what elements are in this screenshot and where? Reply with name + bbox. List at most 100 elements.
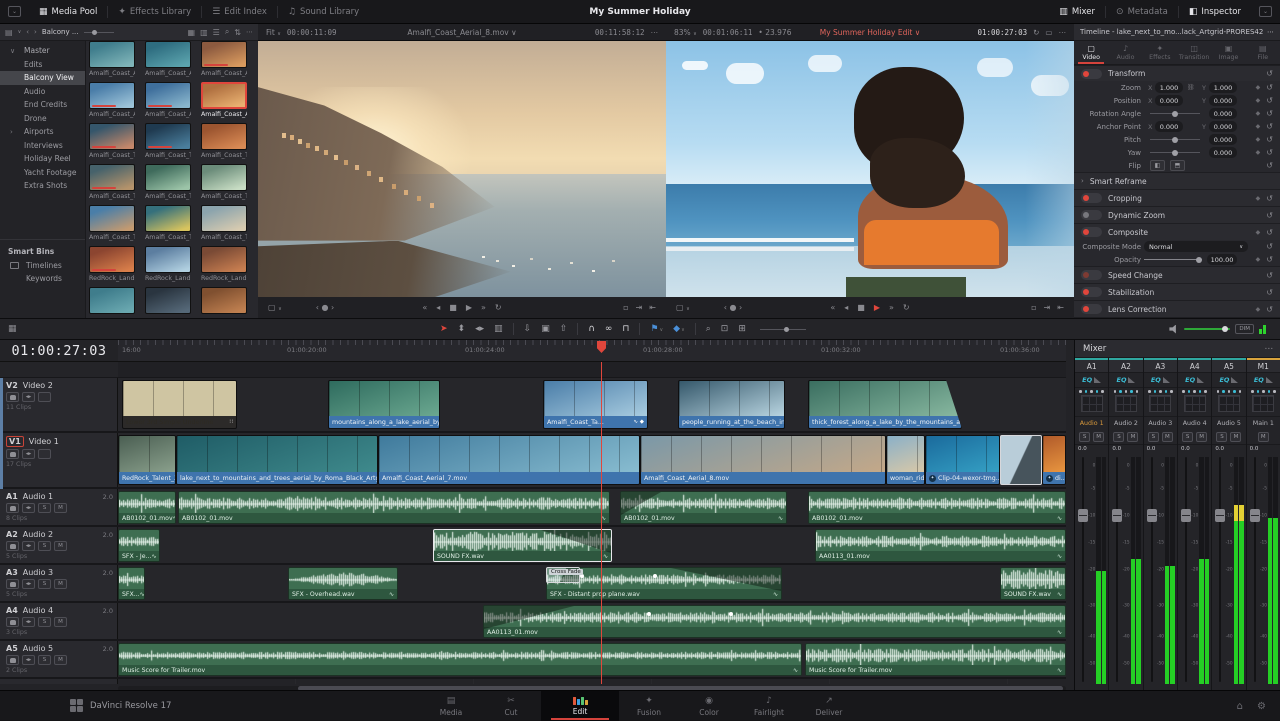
media-clip-thumbnail[interactable]: Amalfi_Coast_T... xyxy=(201,205,247,241)
inspector-tab-video[interactable]: ▢ Video xyxy=(1074,41,1108,64)
metadata-button[interactable]: ⊙ Metadata xyxy=(1106,0,1178,23)
pan-control[interactable] xyxy=(1177,388,1212,417)
inspector-section-transform[interactable]: Transform ↺ xyxy=(1074,65,1280,81)
inspector-tab-image[interactable]: ▣ Image xyxy=(1211,41,1245,64)
fader-track[interactable] xyxy=(1082,457,1084,682)
solo-button[interactable]: S xyxy=(1079,431,1091,442)
track-header-v2[interactable]: V2 Video 2 ◂▸ 11 Clips xyxy=(0,378,118,433)
bin-item-end-credits[interactable]: End Credits xyxy=(0,98,85,112)
value-field[interactable]: 0.000 xyxy=(1209,95,1237,106)
timeline-zoom-select[interactable]: 83% ∨ xyxy=(674,28,697,37)
inspector-tab-file[interactable]: ▤ File xyxy=(1246,41,1280,64)
keyframe-icon[interactable]: ◆ xyxy=(1256,195,1261,202)
page-tab-cut[interactable]: ✂ Cut xyxy=(481,691,541,721)
link-toggle[interactable]: ∞ xyxy=(605,324,613,334)
sort-icon[interactable]: ⇅ xyxy=(234,28,241,37)
media-clip-thumbnail[interactable]: Amalfi_Coast_A... xyxy=(145,82,191,118)
track-header-a4[interactable]: A4 Audio 4 2.0 ◂▸ S M 3 Clips xyxy=(0,603,118,641)
fader-track[interactable] xyxy=(1184,457,1187,682)
media-clip-thumbnail[interactable] xyxy=(89,287,135,316)
auto-select-icon[interactable]: ◂▸ xyxy=(22,541,35,551)
timeline-video-clip[interactable]: Amalfi_Coast_Aerial_8.mov xyxy=(640,435,886,485)
automation-keyframe-dot[interactable] xyxy=(647,611,652,616)
eq-control[interactable]: EQ xyxy=(1212,373,1246,388)
timeline-viewer-image[interactable] xyxy=(666,41,1074,297)
solo-button[interactable]: S xyxy=(1113,431,1125,442)
fader-area[interactable]: 0.0 0 -5 -10 -15 -20 -30 -40 -50 xyxy=(1177,444,1212,690)
section-enable-toggle[interactable] xyxy=(1081,227,1102,237)
pan-grid[interactable] xyxy=(1217,394,1240,412)
media-clip-thumbnail[interactable]: RedRock_Land... xyxy=(201,246,247,282)
auto-select-icon[interactable]: ◂▸ xyxy=(22,449,35,459)
mixer-button[interactable]: ▥ Mixer xyxy=(1049,0,1105,23)
page-tab-color[interactable]: ◉ Color xyxy=(679,691,739,721)
value-field[interactable]: 1.000 xyxy=(1155,82,1183,93)
reset-icon[interactable]: ↺ xyxy=(1266,255,1273,264)
thumbnail-size-slider[interactable] xyxy=(83,29,114,35)
track-lock-icon[interactable] xyxy=(6,655,19,665)
inspector-section-speed-change[interactable]: Speed Change ↺ xyxy=(1074,266,1280,283)
section-enable-toggle[interactable] xyxy=(1081,304,1102,314)
smart-bin-timelines[interactable]: Timelines xyxy=(0,259,85,273)
automation-keyframe-dot[interactable] xyxy=(653,573,658,578)
timeline-audio-clip[interactable]: SFX - Je... ∿ xyxy=(118,529,160,562)
fader-track[interactable] xyxy=(1219,457,1222,682)
step-back-button[interactable]: ◂ xyxy=(844,303,848,312)
timeline-audio-clip[interactable]: SOUND FX.wav ∿ xyxy=(433,529,612,562)
insert-clip-button[interactable]: ⇩ xyxy=(524,324,532,334)
bin-item-holiday-reel[interactable]: Holiday Reel xyxy=(0,152,85,166)
eq-control[interactable]: EQ xyxy=(1075,373,1109,388)
sound-library-button[interactable]: ♫ Sound Library xyxy=(278,0,369,23)
timeline-audio-clip[interactable]: SOUND FX.wav ∿ xyxy=(1000,567,1066,600)
timeline-audio-clip[interactable]: AB0102_01.mov∿ xyxy=(808,491,1066,524)
bin-view-icon[interactable]: ▤ xyxy=(5,28,13,37)
bin-item-balcony-view[interactable]: Balcony View xyxy=(0,71,85,85)
track-id[interactable]: A1 xyxy=(6,492,18,501)
track-id[interactable]: A3 xyxy=(6,568,18,577)
timeline-audio-clip[interactable]: AB0102_01.mov∿ xyxy=(118,491,176,524)
inspector-tab-transition[interactable]: ◫ Transition xyxy=(1177,41,1211,64)
mixer-strip-a2[interactable]: A2 EQ Audio 2 S M 0.0 0 -5 -10 -15 -20 -30 -40 -50 xyxy=(1109,358,1144,690)
bin-item-edits[interactable]: Edits xyxy=(0,58,85,72)
fader-area[interactable]: 0.0 0 -5 -10 -15 -20 -30 -40 -50 xyxy=(1246,444,1280,690)
mute-button[interactable]: M xyxy=(54,655,67,665)
more-options-icon[interactable]: ⋯ xyxy=(246,28,253,36)
mixer-options-icon[interactable]: ⋯ xyxy=(1265,344,1274,354)
section-enable-toggle[interactable] xyxy=(1081,287,1102,297)
inspector-section-smart-reframe[interactable]: › Smart Reframe xyxy=(1074,172,1280,189)
mixer-strip-a3[interactable]: A3 EQ Audio 3 S M 0.0 0 -5 -10 -15 -20 -30 -40 -50 xyxy=(1143,358,1178,690)
timeline-video-clip[interactable]: RedRock_Talent_3... xyxy=(118,435,176,485)
reset-icon[interactable]: ↺ xyxy=(1266,228,1273,237)
keyframe-icon[interactable]: ◆ xyxy=(1256,136,1261,143)
section-enable-toggle[interactable] xyxy=(1081,193,1102,203)
speaker-icon[interactable] xyxy=(1169,324,1176,334)
reset-icon[interactable]: ↺ xyxy=(1266,122,1273,131)
media-clip-thumbnail[interactable]: RedRock_Land... xyxy=(89,246,135,282)
pan-grid[interactable] xyxy=(1080,394,1103,412)
inspector-tab-effects[interactable]: ✦ Effects xyxy=(1143,41,1177,64)
workspace-toggle-icon[interactable]: ⌄ xyxy=(8,6,21,17)
inspector-section-cropping[interactable]: Cropping ◆ ↺ xyxy=(1074,189,1280,206)
fader-area[interactable]: 0.0 0 -5 -10 -15 -20 -30 -40 -50 xyxy=(1075,444,1109,690)
mixer-strip-m1[interactable]: M1 EQ Main 1 M 0.0 0 -5 -10 -15 -20 -30 -40 -50 xyxy=(1246,358,1280,690)
timeline-video-clip[interactable]: lake_next_to_mountains_and_trees_aerial_… xyxy=(176,435,378,485)
keyframe-icon[interactable]: ◆ xyxy=(1256,149,1261,156)
dim-button[interactable]: DIM xyxy=(1235,324,1254,334)
back-icon[interactable]: ‹ xyxy=(26,28,29,36)
timeline-audio-clip[interactable]: SFX...∿ xyxy=(118,567,145,600)
layout-preset-icon[interactable]: ⌄ xyxy=(1259,6,1272,17)
metadata-view-icon[interactable]: ▦ xyxy=(188,28,196,37)
solo-button[interactable]: S xyxy=(38,655,51,665)
track-id[interactable]: A4 xyxy=(6,606,18,615)
track-enable-icon[interactable] xyxy=(38,449,51,459)
fader-area[interactable]: 0.0 0 -5 -10 -15 -20 -30 -40 -50 xyxy=(1212,444,1246,690)
project-settings-icon[interactable]: ⚙ xyxy=(1257,701,1266,712)
solo-button[interactable]: S xyxy=(38,541,51,551)
page-tab-fairlight[interactable]: ♪ Fairlight xyxy=(739,691,799,721)
keyframe-icon[interactable]: ◆ xyxy=(1256,256,1261,263)
last-frame-button[interactable]: » xyxy=(889,303,894,312)
track-header-a1[interactable]: A1 Audio 1 2.0 ◂▸ S M 8 Clips xyxy=(0,489,118,527)
mixer-strip-a4[interactable]: A4 EQ Audio 4 S M 0.0 0 -5 -10 -15 -20 -30 -40 -50 xyxy=(1177,358,1213,690)
inspector-tab-audio[interactable]: ♪ Audio xyxy=(1108,41,1142,64)
media-pool-button[interactable]: ▦ Media Pool xyxy=(29,0,107,23)
